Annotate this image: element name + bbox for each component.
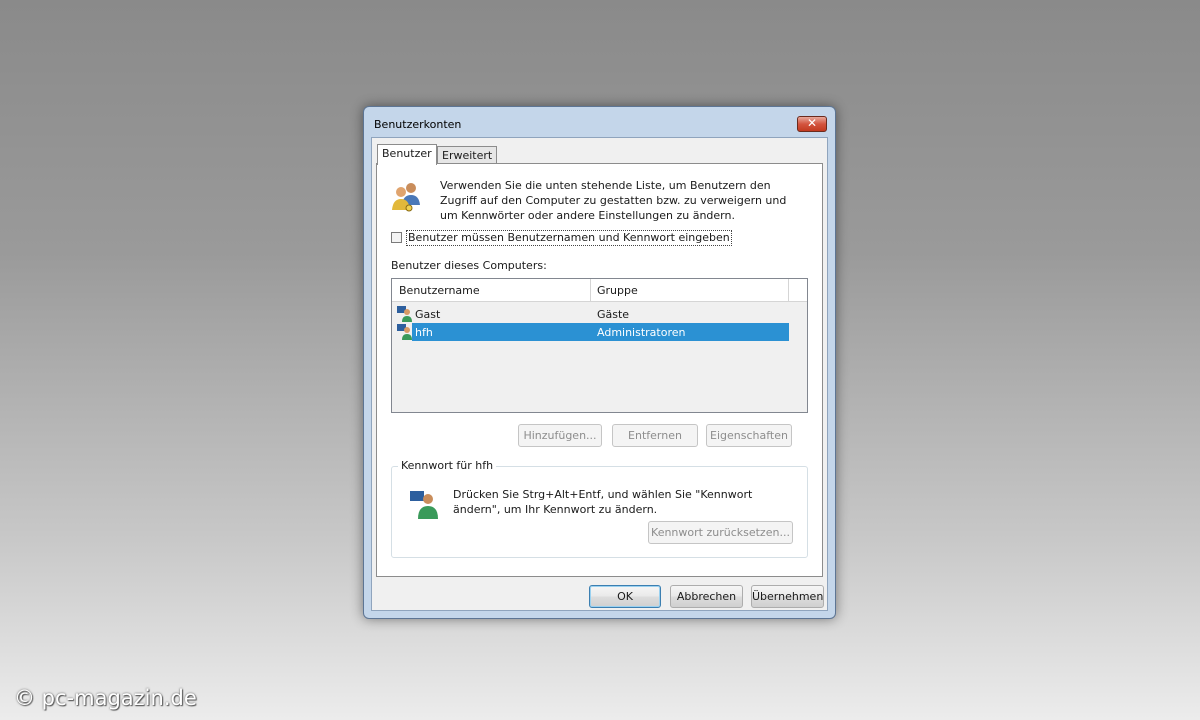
close-button[interactable]: ✕ [797,116,827,132]
user-properties-button[interactable]: Eigenschaften [706,424,792,447]
password-instructions: Drücken Sie Strg+Alt+Entf, und wählen Si… [453,488,753,516]
users-section-label: Benutzer dieses Computers: [391,259,547,272]
table-row[interactable]: hfh Administratoren [392,323,789,341]
tab-panel-benutzer: Verwenden Sie die unten stehende Liste, … [376,163,823,577]
row-username: hfh [415,326,433,339]
row-group: Gäste [597,308,630,321]
password-groupbox: Kennwort für hfh Drücken Sie Strg+Alt+En… [391,459,808,558]
user-password-icon [410,491,438,519]
watermark: © pc-magazin.de [14,686,197,710]
remove-user-button[interactable]: Entfernen [612,424,698,447]
users-list[interactable]: Benutzername Gruppe Gast Gäste hfh Admin… [391,278,808,413]
user-accounts-dialog: Benutzerkonten ✕ Benutzer Erweitert Verw… [363,106,836,619]
list-header: Benutzername Gruppe [392,279,807,302]
cancel-button[interactable]: Abbrechen [670,585,743,608]
reset-password-button[interactable]: Kennwort zurücksetzen... [648,521,793,544]
column-separator[interactable] [590,279,591,301]
table-row[interactable]: Gast Gäste [392,305,789,323]
apply-button[interactable]: Übernehmen [751,585,824,608]
column-header-username[interactable]: Benutzername [399,284,480,297]
column-header-group[interactable]: Gruppe [597,284,638,297]
user-icon [397,306,412,322]
row-group: Administratoren [597,326,686,339]
tab-benutzer[interactable]: Benutzer [377,144,437,165]
password-group-legend: Kennwort für hfh [398,459,497,472]
window-title: Benutzerkonten [374,118,462,131]
require-login-label[interactable]: Benutzer müssen Benutzernamen und Kennwo… [406,230,732,246]
add-user-button[interactable]: Hinzufügen... [518,424,602,447]
column-separator[interactable] [788,279,789,301]
require-login-checkbox[interactable] [391,232,402,243]
user-icon [397,324,412,340]
dialog-client-area: Benutzer Erweitert Verwenden Sie die unt… [371,137,828,611]
ok-button[interactable]: OK [589,585,661,608]
row-username: Gast [415,308,441,321]
title-bar[interactable]: Benutzerkonten ✕ [364,107,835,137]
users-icon [392,183,420,212]
intro-text: Verwenden Sie die unten stehende Liste, … [440,179,787,222]
